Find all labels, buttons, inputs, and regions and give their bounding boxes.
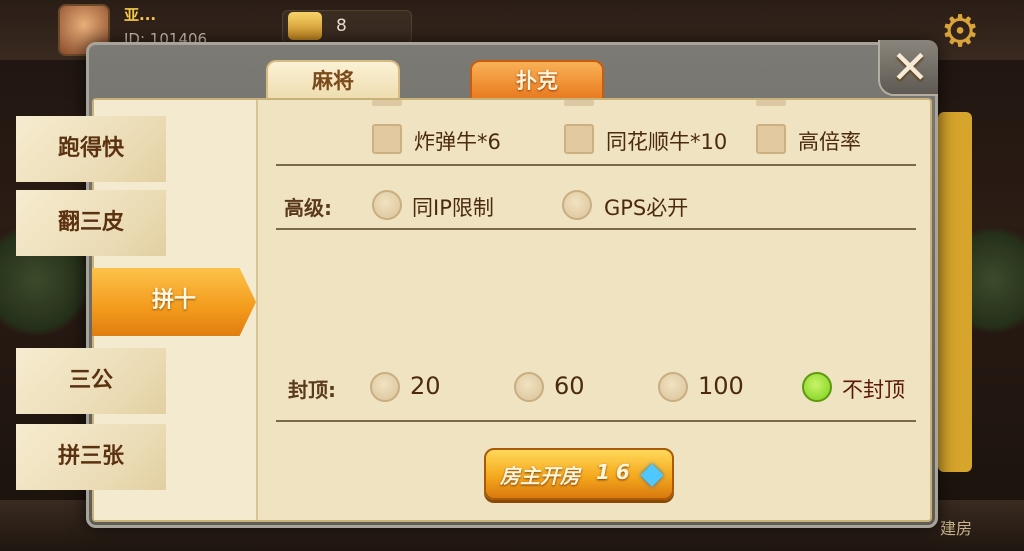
radio-cap-20[interactable] — [370, 372, 400, 402]
sidebar-item-sangong[interactable]: 三公 — [16, 348, 166, 414]
divider — [276, 228, 916, 230]
tab-mahjong[interactable]: 麻将 — [266, 60, 400, 100]
create-room-cost: 16 — [596, 460, 636, 484]
radio-same-ip-limit[interactable] — [372, 190, 402, 220]
sidebar-item-fansanpi[interactable]: 翻三皮 — [16, 190, 166, 256]
radio-cap-60[interactable] — [514, 372, 544, 402]
advanced-label: 高级: — [284, 196, 332, 220]
scroll-hint — [564, 100, 594, 106]
create-room-label: 房主开房 — [500, 464, 580, 488]
option-label: 高倍率 — [798, 130, 861, 154]
option-label: 20 — [410, 372, 441, 400]
cap-label: 封顶: — [288, 378, 336, 402]
divider — [276, 420, 916, 422]
sidebar-item-pinshi[interactable]: 拼十 — [92, 268, 256, 336]
option-label: 100 — [698, 372, 744, 400]
close-icon: ✕ — [890, 40, 930, 94]
sidebar-item-pinsanzhang[interactable]: 拼三张 — [16, 424, 166, 490]
option-label: 同IP限制 — [412, 196, 494, 220]
sidebar-item-paodekuai[interactable]: 跑得快 — [16, 116, 166, 182]
create-room-button[interactable]: 房主开房 16 ◆ — [484, 448, 674, 500]
radio-cap-100[interactable] — [658, 372, 688, 402]
radio-cap-unlimited[interactable] — [802, 372, 832, 402]
player-name: 亚... — [124, 6, 157, 24]
checkbox-straight-flush[interactable] — [564, 124, 594, 154]
option-label: GPS必开 — [604, 196, 689, 220]
diamond-icon: ◆ — [640, 456, 664, 491]
scroll-hint — [756, 100, 786, 106]
checkbox-high-multiplier[interactable] — [756, 124, 786, 154]
radio-gps-required[interactable] — [562, 190, 592, 220]
background-panel-right — [938, 112, 972, 472]
gear-icon[interactable]: ⚙ — [934, 6, 986, 58]
scroll-hint — [372, 100, 402, 106]
option-label: 炸弹牛*6 — [414, 130, 501, 154]
option-label: 60 — [554, 372, 585, 400]
option-label: 不封顶 — [842, 378, 905, 402]
close-button[interactable]: ✕ — [878, 40, 938, 96]
bottom-bar-label: 建房 — [940, 519, 973, 538]
checkbox-bomb[interactable] — [372, 124, 402, 154]
divider — [276, 164, 916, 166]
coin-icon — [288, 12, 322, 40]
option-label: 同花顺牛*10 — [606, 130, 728, 154]
tab-poker[interactable]: 扑克 — [470, 60, 604, 100]
coin-count: 8 — [336, 16, 347, 36]
